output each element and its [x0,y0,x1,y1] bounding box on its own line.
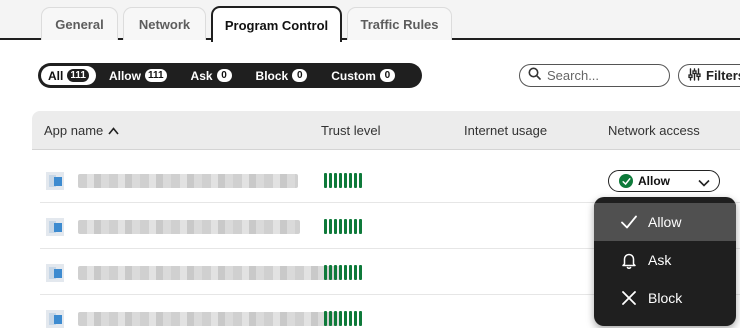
app-icon [46,172,64,190]
trust-level-meter [324,173,362,188]
trust-bar [334,219,337,234]
filter-allow-label: Allow [108,68,141,83]
filters-button-label: Filters [706,68,740,83]
filters-button[interactable]: Filters [678,64,740,87]
app-name-redacted [78,266,342,280]
trust-bar [359,219,362,234]
column-trust-level[interactable]: Trust level [321,123,380,138]
trust-bar [359,265,362,280]
filter-all-label: All [48,68,64,83]
filter-all[interactable]: All 111 [41,66,96,85]
trust-bar [339,265,342,280]
filter-custom-count: 0 [379,69,395,82]
tab-traffic-rules[interactable]: Traffic Rules [347,7,452,40]
trust-bar [344,311,347,326]
menu-item-ask[interactable]: Ask [594,241,736,279]
app-name-redacted [78,312,342,326]
trust-bar [349,265,352,280]
sliders-icon [688,67,701,84]
filter-all-count: 111 [67,69,89,82]
trust-bar [334,265,337,280]
network-access-value: Allow [638,174,670,188]
filter-allow[interactable]: Allow 111 [102,66,174,85]
filter-allow-count: 111 [144,69,167,82]
trust-level-meter [324,311,362,326]
tab-network[interactable]: Network [123,7,206,40]
search-input[interactable] [547,68,657,83]
column-network-access[interactable]: Network access [608,123,700,138]
tab-bar: General Network Program Control Traffic … [0,0,740,42]
app-name-redacted [78,174,298,188]
trust-bar [354,265,357,280]
trust-bar [354,311,357,326]
filter-custom[interactable]: Custom 0 [324,66,402,85]
column-app-name-label: App name [44,123,104,138]
filter-custom-label: Custom [331,68,376,83]
trust-bar [339,219,342,234]
tab-program-control[interactable]: Program Control [211,6,342,42]
trust-bar [359,173,362,188]
menu-item-allow-label: Allow [648,214,682,230]
trust-bar [354,219,357,234]
trust-bar [329,219,332,234]
filter-ask-count: 0 [216,69,232,82]
filter-block-label: Block [255,68,289,83]
chevron-down-icon [698,176,710,190]
table-header: App name Trust level Internet usage Netw… [32,111,740,150]
trust-bar [334,173,337,188]
trust-bar [349,173,352,188]
trust-bar [324,311,327,326]
trust-bar [349,219,352,234]
trust-bar [344,173,347,188]
bell-icon [620,251,638,269]
trust-bar [359,311,362,326]
trust-bar [329,265,332,280]
trust-bar [344,265,347,280]
network-access-select[interactable]: Allow [608,170,720,192]
trust-bar [349,311,352,326]
search-box[interactable] [519,64,670,87]
filter-block-count: 0 [292,69,308,82]
filter-block[interactable]: Block 0 [249,66,315,85]
column-app-name[interactable]: App name [44,123,119,138]
app-name-redacted [78,220,300,234]
menu-item-allow[interactable]: Allow [594,203,736,241]
trust-bar [334,311,337,326]
allowed-check-icon [619,174,633,188]
menu-item-block[interactable]: Block [594,279,736,317]
trust-bar [354,173,357,188]
menu-item-ask-label: Ask [648,252,672,268]
column-internet-usage[interactable]: Internet usage [464,123,547,138]
sort-ascending-icon [108,123,119,138]
trust-level-meter [324,219,362,234]
trust-level-meter [324,265,362,280]
search-icon [528,67,541,85]
app-icon [46,264,64,282]
trust-bar [324,219,327,234]
trust-bar [344,219,347,234]
tab-general[interactable]: General [41,7,118,40]
menu-item-block-label: Block [648,290,683,306]
trust-bar [324,265,327,280]
trust-bar [339,173,342,188]
check-icon [620,213,638,231]
app-icon [46,218,64,236]
x-icon [620,289,638,307]
filter-ask[interactable]: Ask 0 [184,66,239,85]
access-filter-bar: All 111 Allow 111 Ask 0 Block 0 Custom 0 [38,63,422,88]
filter-ask-label: Ask [190,68,213,83]
trust-bar [324,173,327,188]
trust-bar [339,311,342,326]
trust-bar [329,173,332,188]
network-access-menu: Allow Ask Block [594,197,736,326]
app-icon [46,310,64,328]
trust-bar [329,311,332,326]
